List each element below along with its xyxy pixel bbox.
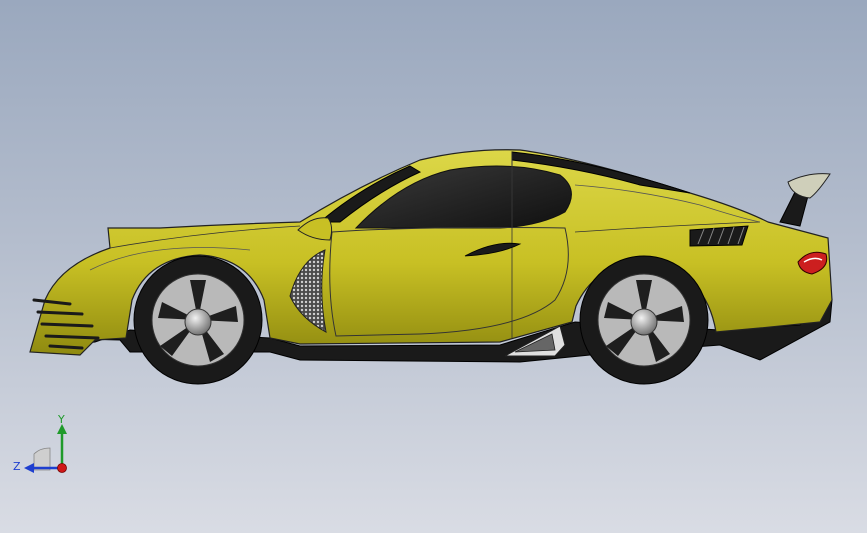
x-axis-dot-icon	[57, 463, 67, 473]
graphics-viewport[interactable]: Y Z	[0, 0, 867, 533]
car-model[interactable]	[0, 0, 867, 533]
y-axis-label: Y	[57, 413, 65, 426]
z-axis-label: Z	[13, 460, 21, 473]
triad-plane-icon	[33, 447, 51, 471]
rear-wheel	[579, 255, 709, 385]
z-axis-arrow-icon	[24, 463, 34, 473]
front-wheel	[133, 255, 263, 385]
orientation-triad: Y Z	[13, 413, 67, 473]
